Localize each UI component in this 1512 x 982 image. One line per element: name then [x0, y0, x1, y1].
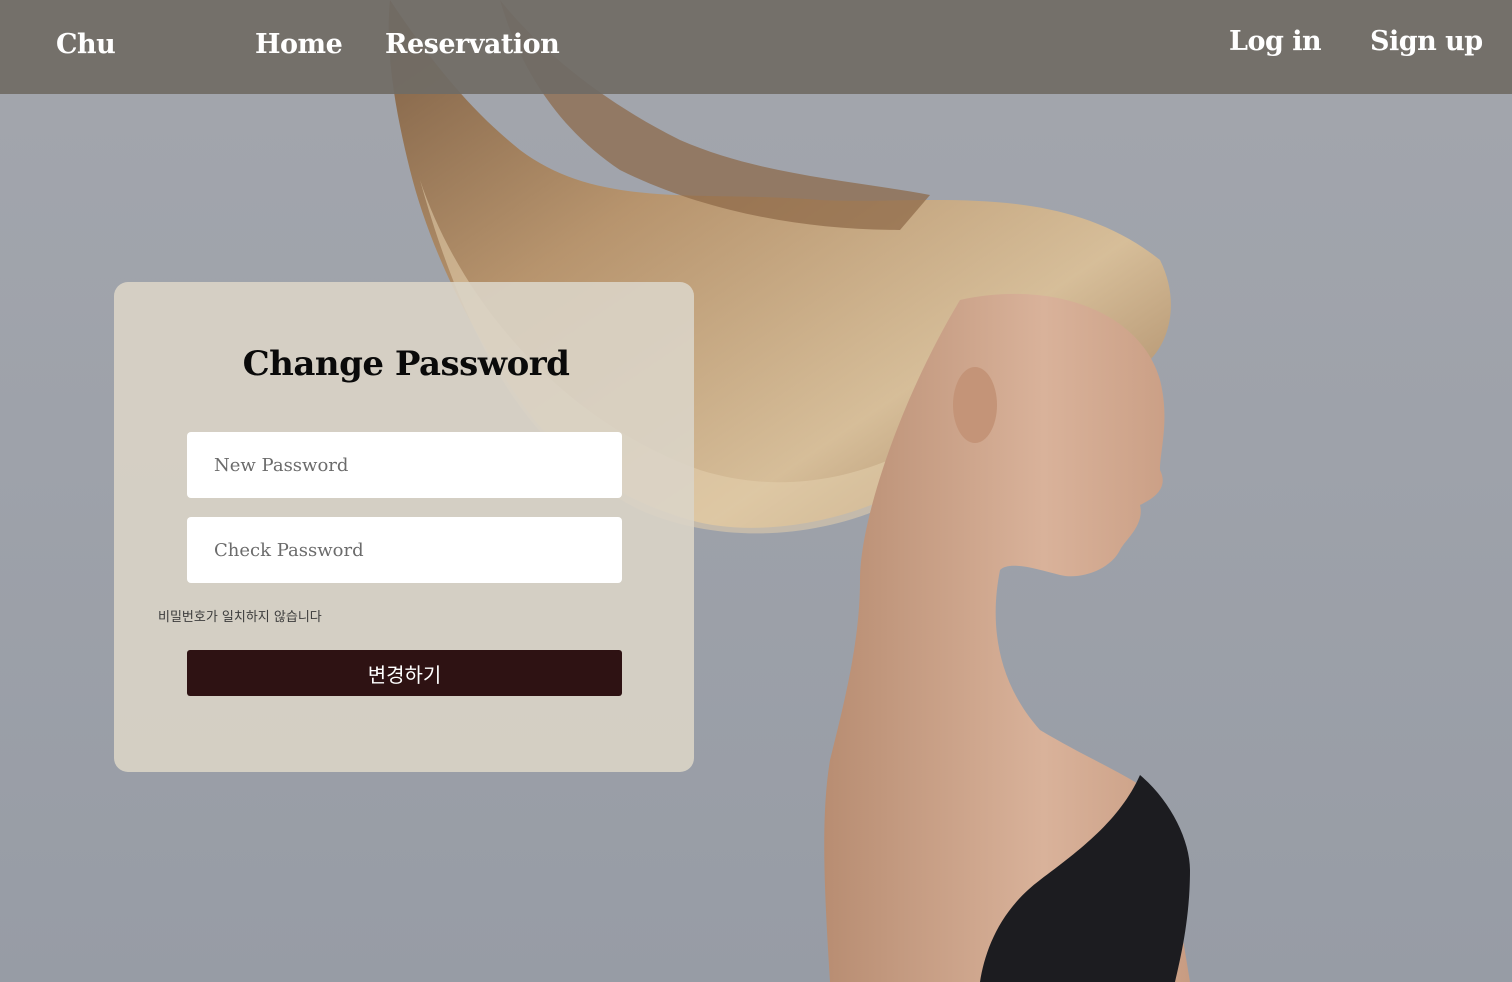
- nav-home-link[interactable]: Home: [255, 29, 343, 60]
- password-mismatch-message: 비밀번호가 일치하지 않습니다: [158, 610, 322, 625]
- nav-signup-link[interactable]: Sign up: [1370, 26, 1483, 57]
- navigation-bar: Chu Home Reservation Log in Sign up: [0, 0, 1512, 94]
- nav-login-link[interactable]: Log in: [1229, 26, 1322, 57]
- check-password-input[interactable]: [187, 517, 622, 583]
- change-password-card: Change Password 비밀번호가 일치하지 않습니다 변경하기: [114, 282, 694, 772]
- card-title: Change Password: [242, 344, 570, 384]
- nav-reservation-link[interactable]: Reservation: [385, 29, 560, 60]
- change-password-button[interactable]: 변경하기: [187, 650, 622, 696]
- new-password-input[interactable]: [187, 432, 622, 498]
- brand-logo[interactable]: Chu: [56, 29, 116, 60]
